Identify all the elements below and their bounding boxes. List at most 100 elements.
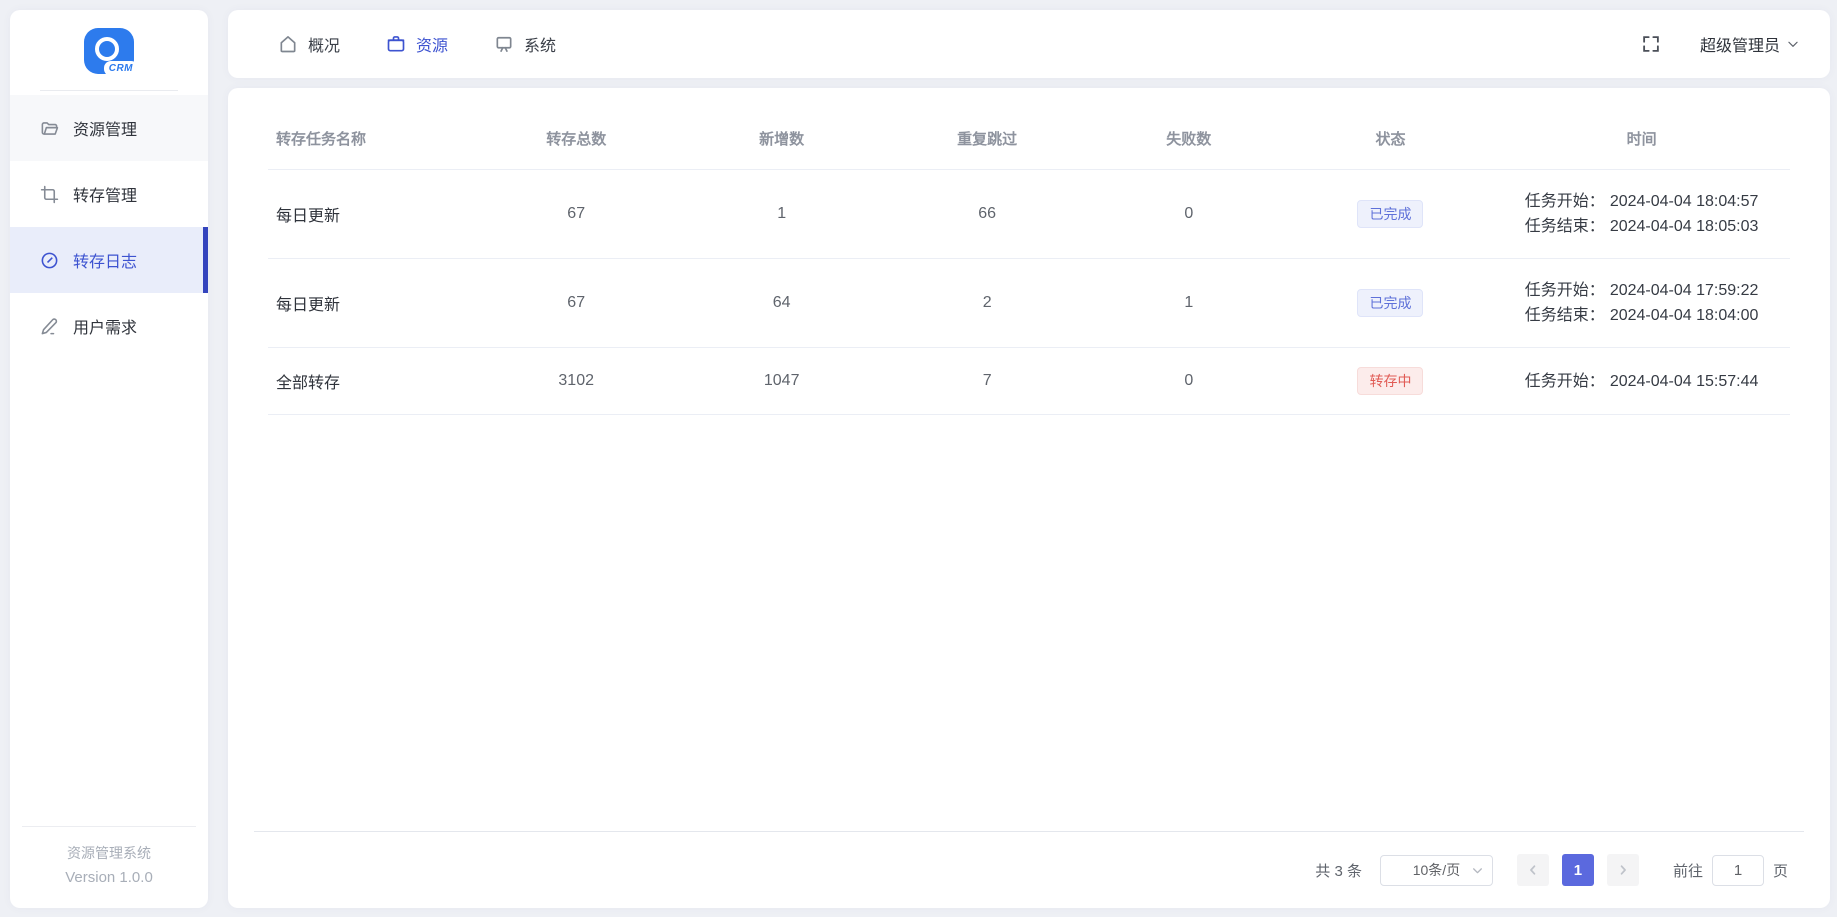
main-column: 概况 资源 系统 超级管理员 转存任务名称 转存总数 新增数 重复跳过 失败数 … xyxy=(228,10,1830,908)
cell-status: 已完成 xyxy=(1287,258,1494,348)
logo-text: CRM xyxy=(103,61,138,76)
topbar: 概况 资源 系统 超级管理员 xyxy=(228,10,1830,78)
page-size-value: 10条/页 xyxy=(1412,862,1461,878)
col-header-failed: 失败数 xyxy=(1089,114,1288,170)
monitor-icon xyxy=(496,36,512,52)
table-header-row: 转存任务名称 转存总数 新增数 重复跳过 失败数 状态 时间 xyxy=(268,114,1790,170)
page-number-button[interactable]: 1 xyxy=(1561,854,1594,886)
user-name: 超级管理员 xyxy=(1699,38,1780,55)
fullscreen-icon[interactable] xyxy=(1640,33,1662,55)
sidebar-item-label: 转存日志 xyxy=(73,254,138,271)
version-label: Version 1.0.0 xyxy=(65,869,153,886)
tab-system[interactable]: 系统 xyxy=(494,32,556,56)
goto-suffix: 页 xyxy=(1772,862,1788,880)
sidebar-item-resource-management[interactable]: 资源管理 xyxy=(10,95,208,161)
logo-area: CRM xyxy=(10,10,208,76)
tab-overview[interactable]: 概况 xyxy=(278,32,340,56)
user-dropdown[interactable]: 超级管理员 xyxy=(1700,32,1800,56)
chevron-right-icon xyxy=(1620,865,1626,875)
crop-icon xyxy=(40,185,59,203)
time-value: 2024-04-04 15:57:44 xyxy=(1609,372,1759,390)
page-size-select[interactable]: 10条/页 xyxy=(1379,854,1493,886)
cell-total: 67 xyxy=(473,169,679,259)
cell-skipped: 7 xyxy=(884,347,1090,415)
status-badge: 已完成 xyxy=(1357,289,1424,317)
cell-added: 1 xyxy=(678,169,885,259)
col-header-added: 新增数 xyxy=(678,114,885,170)
sidebar-item-label: 用户需求 xyxy=(73,320,138,337)
col-header-task-name: 转存任务名称 xyxy=(268,114,474,170)
cell-skipped: 66 xyxy=(884,169,1090,259)
col-header-status: 状态 xyxy=(1287,114,1494,170)
col-header-skipped: 重复跳过 xyxy=(884,114,1090,170)
sidebar-footer: 资源管理系统 Version 1.0.0 xyxy=(10,826,208,908)
cell-task-name: 全部转存 xyxy=(268,347,474,415)
time-value: 2024-04-04 18:04:57 xyxy=(1609,193,1759,210)
status-badge: 转存中 xyxy=(1357,367,1424,395)
cell-total: 3102 xyxy=(473,347,679,415)
prev-page-button[interactable] xyxy=(1516,854,1549,886)
transfer-log-table: 转存任务名称 转存总数 新增数 重复跳过 失败数 状态 时间 每日更新 67 1 xyxy=(268,114,1790,415)
card-footer: 共 3 条 10条/页 1 前往 页 xyxy=(254,831,1804,908)
cell-added: 1047 xyxy=(678,347,885,415)
folder-icon xyxy=(41,121,59,135)
next-page-button[interactable] xyxy=(1606,854,1639,886)
cell-failed: 1 xyxy=(1089,258,1288,348)
pagination-total: 共 3 条 xyxy=(1315,862,1362,880)
sidebar-item-user-requirements[interactable]: 用户需求 xyxy=(10,293,208,359)
cell-failed: 0 xyxy=(1089,169,1288,259)
pager: 1 xyxy=(1516,854,1639,886)
time-label: 任务开始： xyxy=(1524,193,1605,210)
topbar-right: 超级管理员 xyxy=(1640,32,1800,56)
time-value: 2024-04-04 18:05:03 xyxy=(1609,218,1759,235)
compass-icon xyxy=(41,252,58,268)
top-tabs: 概况 资源 系统 xyxy=(278,32,556,56)
sidebar-item-transfer-log[interactable]: 转存日志 xyxy=(10,227,208,293)
chevron-down-icon xyxy=(1788,41,1798,47)
time-label: 任务结束： xyxy=(1524,307,1605,324)
logo-camera-icon xyxy=(95,37,119,61)
logo-divider xyxy=(40,90,178,91)
edit-icon xyxy=(41,317,58,334)
table-wrap: 转存任务名称 转存总数 新增数 重复跳过 失败数 状态 时间 每日更新 67 1 xyxy=(228,88,1830,415)
cell-total: 67 xyxy=(473,258,679,348)
sidebar-item-label: 资源管理 xyxy=(73,122,138,139)
pagination: 共 3 条 10条/页 1 前往 页 xyxy=(254,832,1804,908)
sidebar-item-label: 转存管理 xyxy=(73,188,138,205)
app-logo: CRM xyxy=(84,28,138,76)
time-label: 任务开始： xyxy=(1524,372,1605,390)
table-row: 每日更新 67 64 2 1 已完成 任务开始： 2024-04-04 17:59… xyxy=(268,258,1790,348)
time-value: 2024-04-04 17:59:22 xyxy=(1609,282,1759,299)
col-header-total: 转存总数 xyxy=(473,114,679,170)
table-row: 全部转存 3102 1047 7 0 转存中 任务开始： 2024-04-04 1… xyxy=(268,347,1790,415)
tab-label: 系统 xyxy=(524,38,557,55)
goto-page-input[interactable] xyxy=(1711,854,1764,886)
time-label: 任务开始： xyxy=(1524,282,1605,299)
tab-label: 概况 xyxy=(308,38,341,55)
home-icon xyxy=(280,36,296,53)
cell-task-name: 每日更新 xyxy=(268,169,474,259)
cell-added: 64 xyxy=(678,258,885,348)
cell-failed: 0 xyxy=(1089,347,1288,415)
cell-status: 转存中 xyxy=(1287,347,1494,415)
goto-label: 前往 xyxy=(1672,862,1703,880)
sidebar-item-transfer-management[interactable]: 转存管理 xyxy=(10,161,208,227)
chevron-left-icon xyxy=(1530,865,1536,875)
goto-group: 前往 页 xyxy=(1672,854,1788,886)
tab-resources[interactable]: 资源 xyxy=(386,32,448,56)
sidebar-nav: 资源管理 转存管理 转存日志 用户需求 xyxy=(10,95,208,359)
system-name: 资源管理系统 xyxy=(67,845,151,861)
time-label: 任务结束： xyxy=(1524,218,1605,235)
cell-skipped: 2 xyxy=(884,258,1090,348)
cell-status: 已完成 xyxy=(1287,169,1494,259)
sidebar: CRM 资源管理 转存管理 转存日志 用户需求 资源管理系统 Version 1… xyxy=(10,10,208,908)
table-row: 每日更新 67 1 66 0 已完成 任务开始： 2024-04-04 18:04… xyxy=(268,169,1790,259)
tab-label: 资源 xyxy=(416,38,449,55)
cell-time: 任务开始： 2024-04-04 17:59:22 任务结束： 2024-04-04… xyxy=(1493,258,1790,348)
cell-time: 任务开始： 2024-04-04 15:57:44 xyxy=(1493,347,1790,415)
time-value: 2024-04-04 18:04:00 xyxy=(1609,307,1759,324)
briefcase-icon xyxy=(387,36,405,52)
status-badge: 已完成 xyxy=(1357,200,1424,228)
col-header-time: 时间 xyxy=(1493,114,1790,170)
